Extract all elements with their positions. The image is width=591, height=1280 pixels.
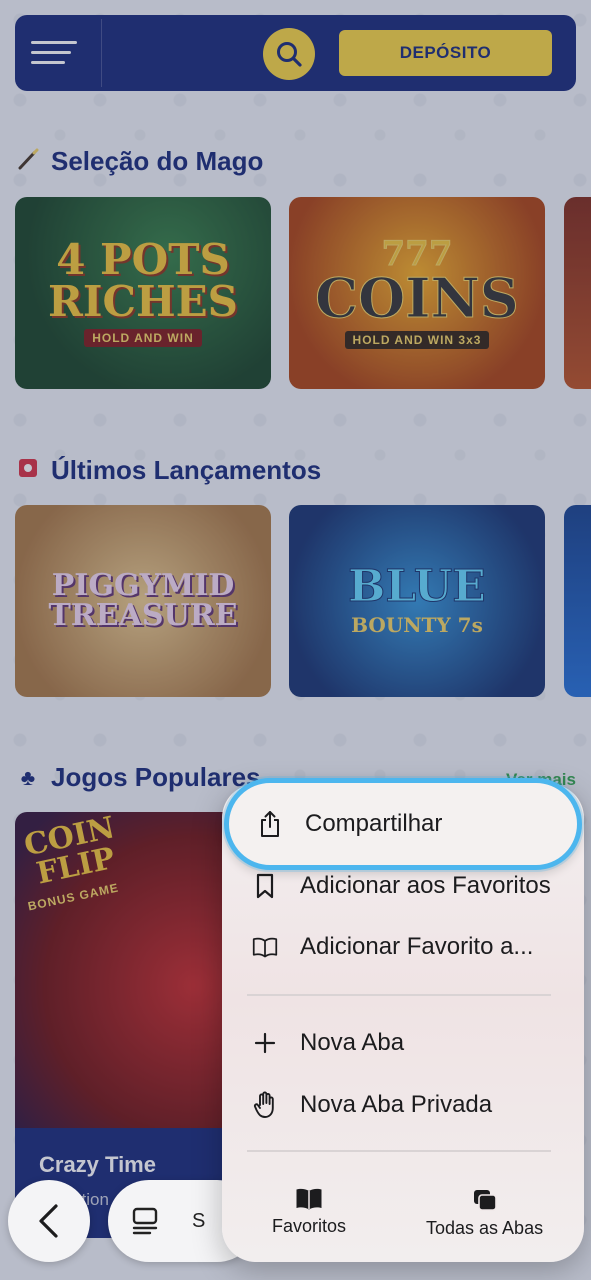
tab-overview-icon <box>132 1207 158 1235</box>
menu-item-add-favorite-to[interactable]: Adicionar Favorito a... <box>252 927 533 967</box>
menu-item-label: Compartilhar <box>305 810 443 837</box>
menu-item-add-bookmark[interactable]: Adicionar aos Favoritos <box>252 866 551 906</box>
tab-title: S <box>192 1209 206 1232</box>
share-icon <box>257 810 283 838</box>
all-tabs-button[interactable]: Todas as Abas <box>426 1188 543 1239</box>
book-open-icon <box>252 935 278 959</box>
menu-item-share[interactable]: Compartilhar <box>224 778 582 870</box>
bookmark-icon <box>252 873 278 899</box>
bookmarks-label: Favoritos <box>272 1216 347 1236</box>
book-icon <box>296 1188 322 1210</box>
chevron-left-icon <box>39 1204 58 1238</box>
menu-item-new-private-tab[interactable]: Nova Aba Privada <box>252 1085 492 1125</box>
menu-divider <box>247 994 551 996</box>
menu-item-label: Nova Aba Privada <box>300 1091 493 1118</box>
tabs-icon <box>473 1190 497 1211</box>
hand-icon <box>252 1091 278 1119</box>
bookmarks-button[interactable]: Favoritos <box>272 1188 346 1237</box>
menu-item-label: Adicionar aos Favoritos <box>300 872 551 899</box>
plus-icon <box>252 1032 278 1054</box>
all-tabs-label: Todas as Abas <box>426 1218 544 1238</box>
menu-item-new-tab[interactable]: Nova Aba <box>252 1023 404 1063</box>
menu-item-label: Nova Aba <box>300 1029 405 1056</box>
back-button[interactable] <box>8 1180 90 1262</box>
menu-item-label: Adicionar Favorito a... <box>300 933 534 960</box>
menu-divider <box>247 1150 551 1152</box>
